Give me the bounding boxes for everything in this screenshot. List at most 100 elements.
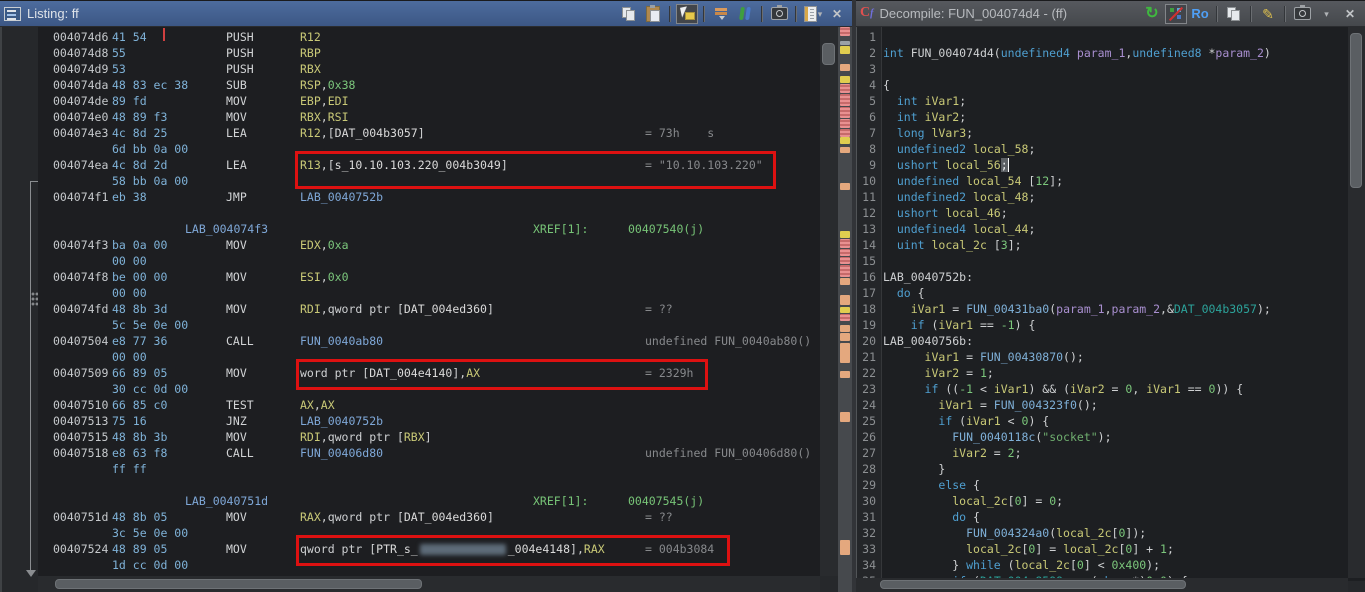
margin-marker-yellow[interactable] — [840, 137, 850, 144]
margin-marker-pink[interactable] — [840, 249, 850, 256]
margin-marker-pink[interactable] — [840, 257, 850, 264]
decompile-line[interactable]: 34 } while (local_2c[0] < 0x400); — [857, 557, 1365, 573]
margin-marker-orange[interactable] — [840, 295, 850, 305]
decompile-vertical-scrollbar-thumb[interactable] — [1350, 33, 1362, 188]
decompile-vertical-scrollbar[interactable] — [1348, 27, 1365, 578]
listing-instruction-row[interactable]: 0040751d48 8b 05MOVRAX,qword ptr [DAT_00… — [38, 509, 820, 525]
paste-icon[interactable] — [642, 4, 664, 24]
listing-instruction-row[interactable]: 004074fd48 8b 3dMOVRDI,qword ptr [DAT_00… — [38, 301, 820, 317]
diff-view-icon[interactable] — [734, 4, 756, 24]
decompile-line[interactable]: 23 if ((-1 < iVar1) && (iVar2 = 0, iVar1… — [857, 381, 1365, 397]
listing-vertical-scrollbar-thumb[interactable] — [822, 43, 835, 65]
margin-marker-orange[interactable] — [840, 64, 850, 71]
listing-options-icon[interactable]: ▾ — [802, 4, 824, 24]
chevron-down-icon[interactable]: ▾ — [1315, 4, 1337, 24]
margin-marker-pink[interactable] — [840, 239, 850, 248]
no-graph-icon[interactable] — [1165, 4, 1187, 24]
listing-instruction-row[interactable]: 004074f1eb 38JMPLAB_0040752b — [38, 189, 820, 205]
listing-instruction-row[interactable]: 0040751548 8b 3bMOVRDI,qword ptr [RBX] — [38, 429, 820, 445]
margin-marker-gray[interactable] — [840, 41, 850, 45]
listing-horizontal-scrollbar-thumb[interactable] — [55, 579, 422, 589]
marker-margin[interactable] — [838, 27, 852, 592]
decompile-line[interactable]: 27 iVar2 = 2; — [857, 445, 1365, 461]
edit-pencil-icon[interactable]: ✎ — [1257, 4, 1279, 24]
snapshot-camera-icon[interactable] — [1291, 4, 1313, 24]
decompile-line[interactable]: 28 } — [857, 461, 1365, 477]
decompile-line[interactable]: 17 do { — [857, 285, 1365, 301]
listing-bytes-row[interactable]: 00 00 — [38, 349, 820, 365]
decompile-line[interactable]: 9 ushort local_56; — [857, 157, 1365, 173]
margin-marker-orange[interactable] — [840, 183, 850, 190]
decompile-horizontal-scrollbar-thumb[interactable] — [880, 580, 1186, 589]
listing-label-row[interactable]: LAB_0040751dXREF[1]:00407545(j) — [38, 493, 820, 509]
listing-instruction-row[interactable]: 0040752448 89 05MOVqword ptr [PTR_s__004… — [38, 541, 820, 557]
margin-marker-orange[interactable] — [840, 371, 850, 378]
decompile-line[interactable]: 5 int iVar1; — [857, 93, 1365, 109]
decompile-line[interactable]: 21 iVar1 = FUN_00430870(); — [857, 349, 1365, 365]
decompile-line[interactable]: 4{ — [857, 77, 1365, 93]
listing-instruction-row[interactable]: 004074de89 fdMOVEBP,EDI — [38, 93, 820, 109]
listing-instruction-row[interactable]: 004074e048 89 f3MOVRBX,RSI — [38, 109, 820, 125]
decompile-line[interactable]: 20LAB_0040756b: — [857, 333, 1365, 349]
decompile-panel[interactable]: 12int FUN_004074d4(undefined4 param_1,un… — [856, 27, 1365, 581]
margin-marker-yellow[interactable] — [840, 307, 850, 313]
margin-marker-pink[interactable] — [840, 27, 850, 36]
listing-bytes-row[interactable]: 1d cc 0d 00 — [38, 557, 820, 573]
margin-marker-orange[interactable] — [840, 278, 850, 285]
close-icon[interactable]: ✕ — [826, 4, 848, 24]
listing-instruction-row[interactable]: 00407504e8 77 36CALLFUN_0040ab80undefine… — [38, 333, 820, 349]
decompile-line[interactable]: 11 undefined2 local_48; — [857, 189, 1365, 205]
listing-instruction-row[interactable]: 004074ea4c 8d 2dLEAR13,[s_10.10.103.220_… — [38, 157, 820, 173]
margin-marker-pink[interactable] — [840, 107, 850, 118]
margin-marker-orange[interactable] — [840, 325, 850, 332]
listing-label-row[interactable]: LAB_004074f3XREF[1]:00407540(j) — [38, 221, 820, 237]
listing-header[interactable]: Listing: ff ▾ ✕ — [0, 0, 852, 27]
margin-marker-yellow[interactable] — [840, 231, 850, 238]
decompile-line[interactable]: 26 FUN_0040118c("socket"); — [857, 429, 1365, 445]
close-icon[interactable]: ✕ — [1339, 4, 1361, 24]
snapshot-camera-icon[interactable] — [768, 4, 790, 24]
listing-instruction-row[interactable]: 0040750966 89 05MOVword ptr [DAT_004e414… — [38, 365, 820, 381]
listing-bytes-row[interactable]: 30 cc 0d 00 — [38, 381, 820, 397]
decompile-line[interactable]: 12 ushort local_46; — [857, 205, 1365, 221]
copy-icon[interactable] — [1223, 4, 1245, 24]
decompile-line[interactable]: 3 — [857, 61, 1365, 77]
listing-bytes-row[interactable]: 58 bb 0a 00 — [38, 173, 820, 189]
margin-marker-pink[interactable] — [840, 129, 850, 137]
margin-marker-yellow[interactable] — [840, 46, 850, 54]
decompile-line[interactable]: 7 long lVar3; — [857, 125, 1365, 141]
margin-marker-orange[interactable] — [840, 540, 850, 555]
decompile-line[interactable]: 25 if (iVar1 < 0) { — [857, 413, 1365, 429]
margin-marker-orange[interactable] — [840, 333, 850, 341]
decompile-line[interactable]: 13 undefined4 local_44; — [857, 221, 1365, 237]
listing-instruction-row[interactable]: 004074f3ba 0a 00MOVEDX,0xa — [38, 237, 820, 253]
listing-instruction-row[interactable]: 004074d953PUSHRBX — [38, 61, 820, 77]
decompile-line[interactable]: 15 — [857, 253, 1365, 269]
listing-instruction-row[interactable]: 004074e34c 8d 25LEAR12,[DAT_004b3057]= 7… — [38, 125, 820, 141]
chevron-down-icon[interactable]: ▾ — [818, 6, 823, 22]
decompile-line[interactable]: 24 iVar1 = FUN_004323f0(); — [857, 397, 1365, 413]
listing-bytes-row[interactable]: 5c 5e 0e 00 — [38, 317, 820, 333]
margin-marker-orange[interactable] — [840, 412, 850, 422]
copy-icon[interactable] — [618, 4, 640, 24]
cursor-location-icon[interactable] — [676, 4, 698, 24]
listing-vertical-scrollbar[interactable] — [820, 27, 838, 576]
listing-bytes-row[interactable]: 00 00 — [38, 285, 820, 301]
listing-instruction-row[interactable]: 00407518e8 63 f8CALLFUN_00406d80undefine… — [38, 445, 820, 461]
decompile-line[interactable]: 18 iVar1 = FUN_00431ba0(param_1,param_2,… — [857, 301, 1365, 317]
decompile-header[interactable]: Cf Decompile: FUN_004074d4 - (ff) ↻ Ro ✎… — [856, 0, 1365, 27]
listing-instruction-row[interactable]: 004074f8be 00 00MOVESI,0x0 — [38, 269, 820, 285]
decompile-line[interactable]: 16LAB_0040752b: — [857, 269, 1365, 285]
listing-bytes-row[interactable]: 00 00 — [38, 253, 820, 269]
listing-instruction-row[interactable]: 0040751066 85 c0TESTAX,AX — [38, 397, 820, 413]
decompile-line[interactable]: 22 iVar2 = 1; — [857, 365, 1365, 381]
decompile-line[interactable]: 30 local_2c[0] = 0; — [857, 493, 1365, 509]
listing-instruction-row[interactable]: 004074d855PUSHRBP — [38, 45, 820, 61]
listing-horizontal-scrollbar[interactable] — [38, 576, 820, 592]
listing-instruction-row[interactable]: 0040751375 16JNZLAB_0040752b — [38, 413, 820, 429]
decompile-line[interactable]: 6 int iVar2; — [857, 109, 1365, 125]
decompile-line[interactable]: 19 if (iVar1 == -1) { — [857, 317, 1365, 333]
listing-instruction-row[interactable]: 004074d641 54PUSHR12 — [38, 29, 820, 45]
margin-marker-orange[interactable] — [840, 343, 850, 363]
decompile-line[interactable]: 31 do { — [857, 509, 1365, 525]
